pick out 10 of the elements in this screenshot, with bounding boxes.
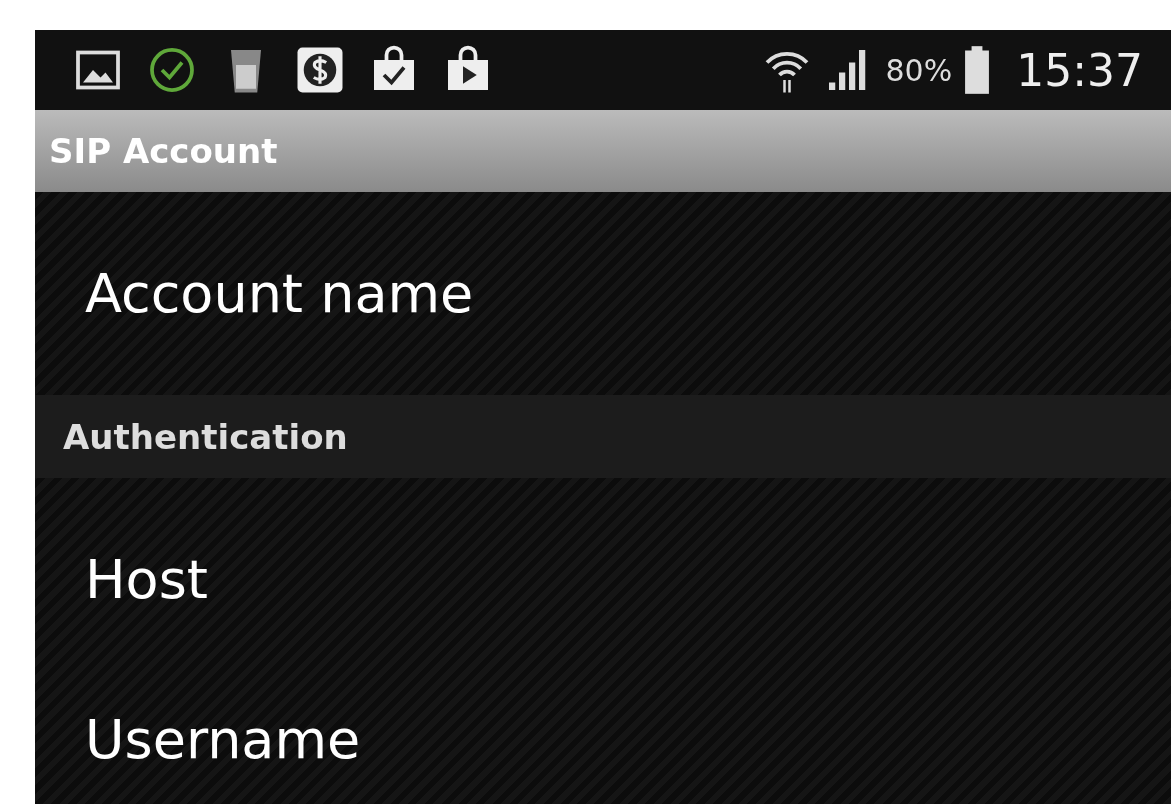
clock: 15:37 [1016,44,1143,96]
screen-title: SIP Account [49,131,278,171]
preference-item[interactable]: Host [35,478,1171,681]
battery-icon [964,46,991,94]
category-label: Authentication [63,416,348,457]
dollar-icon [295,45,345,95]
preference-item[interactable]: Username [35,681,1171,779]
check-circle-icon [147,45,197,95]
battery-percent: 80% [885,52,953,88]
preference-item[interactable]: Account name [35,192,1171,395]
